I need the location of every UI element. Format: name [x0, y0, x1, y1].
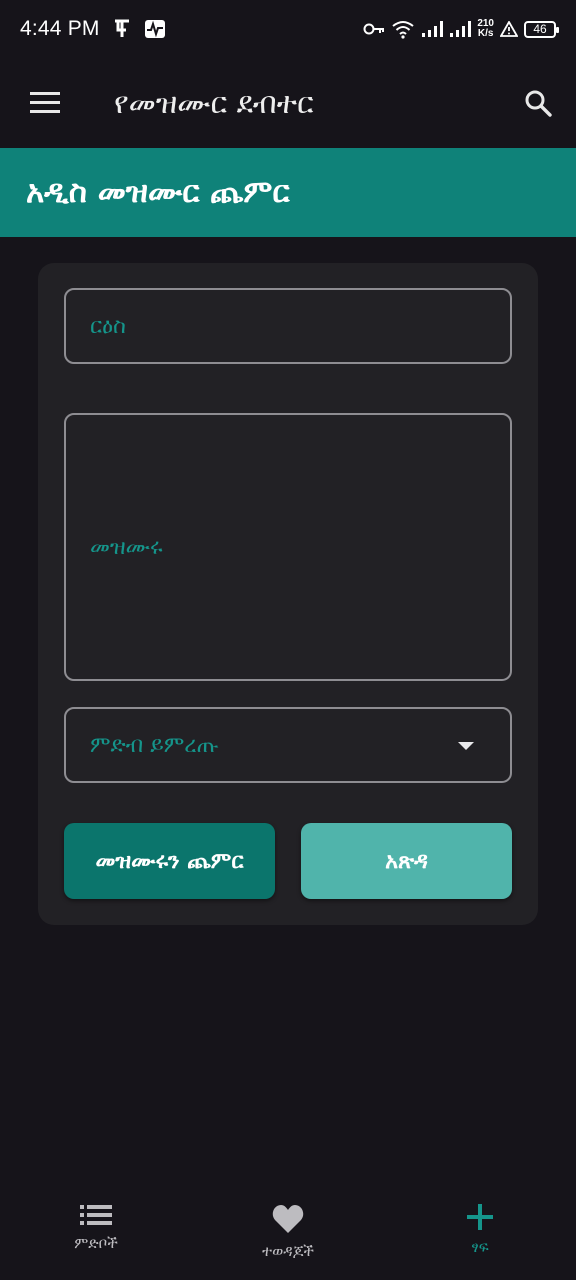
- add-song-form-card: ርዕስ መዝሙሩ ምድብ ይምረጡ መዝሙሩን ጨምር አጽዳ: [38, 263, 538, 925]
- bottom-navigation: ምድቦች ተወዳጆች ፃፍ: [0, 1188, 576, 1280]
- app-notification-icon: [114, 19, 129, 37]
- list-icon: [80, 1205, 112, 1225]
- plus-icon: [467, 1204, 493, 1230]
- heart-icon: [272, 1205, 304, 1233]
- add-song-button-label: መዝሙሩን ጨምር: [95, 848, 244, 874]
- network-speed-unit: K/s: [477, 28, 494, 39]
- clear-button[interactable]: አጽዳ: [301, 823, 512, 899]
- title-input[interactable]: ርዕስ: [64, 288, 512, 364]
- category-dropdown-placeholder: ምድብ ይምረጡ: [90, 732, 219, 758]
- add-song-button[interactable]: መዝሙሩን ጨምር: [64, 823, 275, 899]
- page-title: አዲስ መዝሙር ጨምር: [26, 174, 290, 210]
- nav-label-categories: ምድቦች: [74, 1234, 118, 1252]
- category-dropdown[interactable]: ምድብ ይምረጡ: [64, 707, 512, 783]
- menu-button[interactable]: [0, 58, 90, 148]
- signal-icon-2: [450, 21, 472, 37]
- hamburger-menu-icon: [30, 92, 60, 113]
- activity-icon: [144, 20, 165, 38]
- nav-item-categories[interactable]: ምድቦች: [0, 1188, 192, 1280]
- nav-label-write: ፃፍ: [471, 1238, 489, 1256]
- title-input-placeholder: ርዕስ: [90, 313, 126, 339]
- notification-icons: [112, 18, 166, 40]
- app-bar: የመዝሙር ደብተር: [0, 58, 576, 148]
- signal-icon-1: [422, 21, 444, 37]
- battery-level: 46: [533, 22, 547, 36]
- lyrics-textarea[interactable]: መዝሙሩ: [64, 413, 512, 681]
- battery-indicator: 46: [524, 20, 559, 38]
- page-header-banner: አዲስ መዝሙር ጨምር: [0, 148, 576, 237]
- nav-item-write[interactable]: ፃፍ: [384, 1188, 576, 1280]
- app-title: የመዝሙር ደብተር: [114, 85, 314, 121]
- nav-label-favorites: ተወዳጆች: [261, 1242, 315, 1260]
- nav-item-favorites[interactable]: ተወዳጆች: [192, 1188, 384, 1280]
- search-icon: [525, 90, 552, 117]
- search-button[interactable]: [500, 58, 576, 148]
- vpn-key-icon: [363, 23, 385, 35]
- status-time: 4:44 PM: [20, 17, 100, 40]
- network-speed: 210 K/s: [477, 19, 494, 39]
- warning-icon: [500, 21, 518, 37]
- lyrics-textarea-placeholder: መዝሙሩ: [90, 534, 163, 560]
- chevron-down-icon: [458, 742, 474, 750]
- clear-button-label: አጽዳ: [385, 848, 428, 874]
- status-right-icons: 210 K/s 46: [363, 19, 559, 39]
- status-bar: 4:44 PM 210 K/s 46: [0, 0, 576, 58]
- wifi-icon: [392, 21, 414, 39]
